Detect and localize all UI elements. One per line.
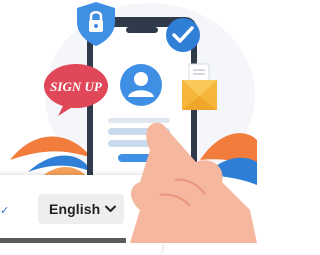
signup-text: SIGN UP	[50, 79, 103, 94]
language-select-button[interactable]: English	[38, 194, 124, 224]
check-badge-icon	[166, 18, 200, 52]
check-icon: ✓	[0, 204, 10, 217]
chevron-down-icon	[105, 205, 116, 212]
bottom-strip	[0, 238, 126, 243]
language-label: English	[49, 201, 101, 217]
